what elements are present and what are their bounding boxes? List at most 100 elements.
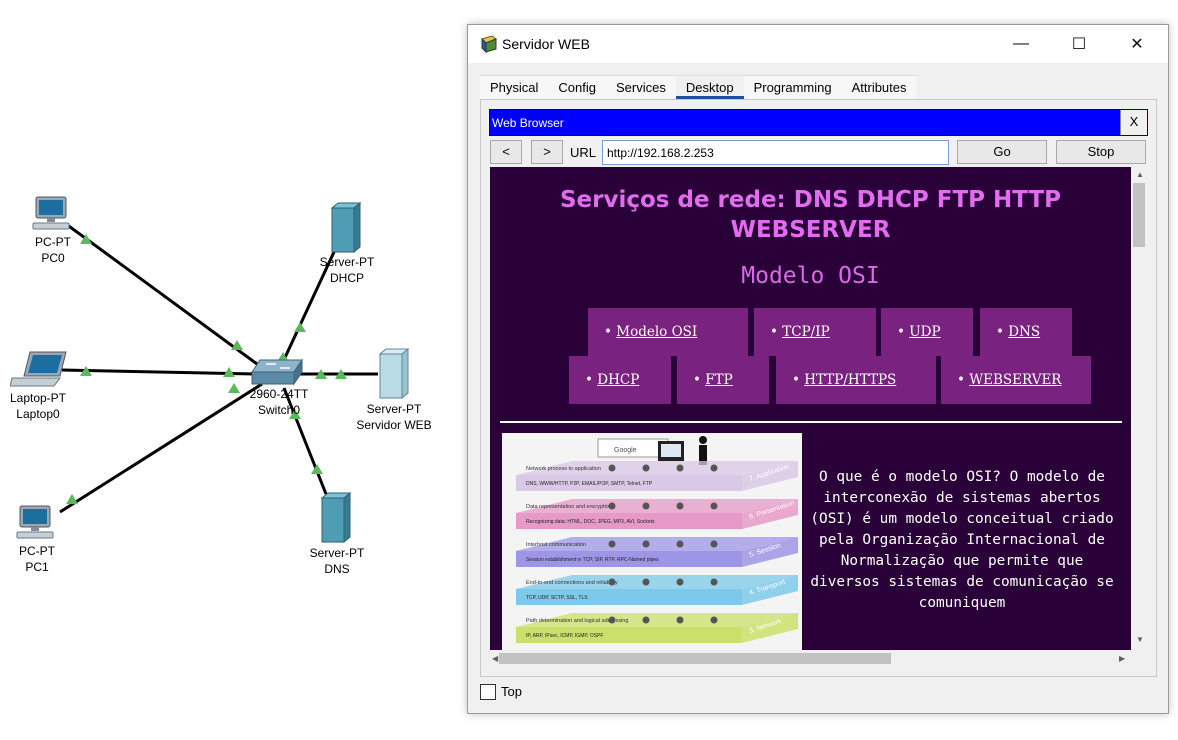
dhcp-server-label: Server-PT DHCP	[320, 254, 375, 286]
horizontal-rule	[500, 421, 1122, 423]
network-device-dot	[608, 502, 616, 510]
top-checkbox-label: Top	[501, 684, 522, 699]
web-browser-titlebar: Web Browser X	[489, 109, 1148, 136]
minimize-icon: —	[1013, 35, 1029, 52]
desktop-panel: Web Browser X < > URL Go Stop Serviços d…	[480, 99, 1157, 677]
osi-model-image: Google Network process to application DNS…	[502, 433, 802, 650]
link-light	[294, 322, 306, 332]
tab-services[interactable]: Services	[606, 75, 676, 99]
menu-link[interactable]: WEBSERVER	[969, 372, 1061, 388]
menu-item-dhcp[interactable]: • DHCP	[569, 356, 671, 404]
server-icon[interactable]	[320, 492, 352, 544]
network-device-dot	[710, 540, 718, 548]
device-type-label: Server-PT	[319, 255, 375, 269]
horizontal-scrollbar[interactable]: ◀ ▶	[490, 650, 1131, 667]
link-light	[66, 494, 78, 504]
url-input[interactable]	[602, 140, 949, 165]
network-device-dot	[642, 578, 650, 586]
device-type-label: Laptop-PT	[9, 391, 67, 405]
tab-attributes[interactable]: Attributes	[841, 75, 917, 99]
window-title: Servidor WEB	[502, 36, 590, 52]
server-icon[interactable]	[330, 202, 362, 254]
page-subheading: Modelo OSI	[741, 263, 880, 289]
menu-link[interactable]: UDP	[909, 324, 940, 340]
bullet: •	[604, 324, 612, 340]
link-light	[311, 464, 323, 474]
switch-icon[interactable]	[250, 358, 304, 388]
server-icon[interactable]	[378, 348, 410, 400]
menu-link[interactable]: TCP/IP	[782, 324, 829, 340]
osi-layer-caption: Interhost communication	[526, 542, 586, 548]
network-device-dot	[710, 578, 718, 586]
scroll-up-icon[interactable]: ▲	[1136, 170, 1144, 179]
menu-item-modelo-osi[interactable]: • Modelo OSI	[588, 308, 748, 356]
forward-button[interactable]: >	[531, 140, 563, 164]
network-device-dot	[642, 464, 650, 472]
network-device-dot	[676, 464, 684, 472]
close-button[interactable]: ✕	[1114, 25, 1160, 63]
scroll-down-icon[interactable]: ▼	[1136, 635, 1144, 644]
vertical-scroll-thumb[interactable]	[1133, 183, 1145, 247]
device-name-label: Switch0	[257, 403, 301, 417]
laptop-icon[interactable]	[10, 350, 68, 390]
tab-physical[interactable]: Physical	[480, 75, 549, 99]
browser-viewport[interactable]: Serviços de rede: DNS DHCP FTP HTTP WEBS…	[490, 167, 1131, 650]
device-name-label: PC1	[25, 560, 49, 574]
osi-layer-caption: Network process to application	[526, 466, 601, 472]
link-pc1-switch	[59, 382, 263, 514]
menu-link[interactable]: DHCP	[597, 372, 639, 388]
scroll-left-icon[interactable]: ◀	[492, 654, 498, 663]
web-browser-title: Web Browser	[492, 116, 564, 130]
osi-layer: Network process to application DNS, WWW/H…	[516, 461, 798, 491]
pc-icon[interactable]	[32, 196, 72, 232]
bullet: •	[957, 372, 965, 388]
network-device-dot	[608, 578, 616, 586]
web-browser-close-button[interactable]: X	[1120, 110, 1147, 135]
network-device-dot	[676, 540, 684, 548]
window-titlebar[interactable]: Servidor WEB — ☐ ✕	[468, 25, 1168, 63]
menu-item-webserver[interactable]: • WEBSERVER	[941, 356, 1091, 404]
osi-layer: Path determination and logical addressin…	[516, 613, 798, 643]
dns-server-label: Server-PT DNS	[310, 545, 365, 577]
menu-link[interactable]: DNS	[1008, 324, 1040, 340]
menu-item-http-https[interactable]: • HTTP/HTTPS	[776, 356, 936, 404]
osi-layer-protocols: IP, ARP, IPsec, ICMP, IGMP, OSPF	[526, 633, 603, 639]
menu-link[interactable]: FTP	[705, 372, 732, 388]
bullet: •	[770, 324, 778, 340]
tab-programming[interactable]: Programming	[743, 75, 842, 99]
close-icon: ✕	[1130, 36, 1144, 53]
device-name-label: DNS	[324, 562, 350, 576]
horizontal-scroll-thumb[interactable]	[499, 653, 891, 664]
tab-desktop[interactable]: Desktop	[675, 75, 744, 99]
device-type-label: Server-PT	[309, 546, 365, 560]
osi-layer-protocols: Recognizing data: HTML, DOC, JPEG, MP3, …	[526, 519, 655, 525]
menu-item-dns[interactable]: • DNS	[980, 308, 1072, 356]
tab-config[interactable]: Config	[548, 75, 606, 99]
osi-layer-caption: Data representation and encryption	[526, 504, 612, 510]
device-type-label: Server-PT	[366, 402, 422, 416]
pc-icon[interactable]	[16, 505, 56, 541]
menu-item-udp[interactable]: • UDP	[881, 308, 973, 356]
menu-link[interactable]: Modelo OSI	[616, 324, 697, 340]
osi-layer-protocols: Session establishment in TCP, SIP, RTP, …	[526, 557, 659, 563]
top-checkbox[interactable]	[480, 684, 496, 700]
scroll-right-icon[interactable]: ▶	[1119, 654, 1125, 663]
back-button[interactable]: <	[490, 140, 522, 164]
stop-button[interactable]: Stop	[1056, 140, 1146, 164]
go-button[interactable]: Go	[957, 140, 1047, 164]
webserver-label: Server-PT Servidor WEB	[356, 401, 431, 433]
server-window-icon	[481, 35, 498, 53]
network-device-dot	[676, 502, 684, 510]
vertical-scrollbar[interactable]: ▲ ▼	[1131, 167, 1148, 650]
menu-item-tcp-ip[interactable]: • TCP/IP	[754, 308, 876, 356]
menu-item-ftp[interactable]: • FTP	[677, 356, 769, 404]
network-device-dot	[642, 540, 650, 548]
minimize-button[interactable]: —	[998, 25, 1044, 63]
maximize-button[interactable]: ☐	[1056, 25, 1102, 63]
menu-link[interactable]: HTTP/HTTPS	[804, 372, 896, 388]
url-label: URL	[570, 145, 597, 160]
link-status-indicators	[66, 234, 347, 504]
network-device-dot	[642, 616, 650, 624]
bullet: •	[792, 372, 800, 388]
network-topology-canvas[interactable]: PC-PT PC0 Laptop-PT Laptop0 PC-PT PC1 29…	[0, 0, 468, 740]
